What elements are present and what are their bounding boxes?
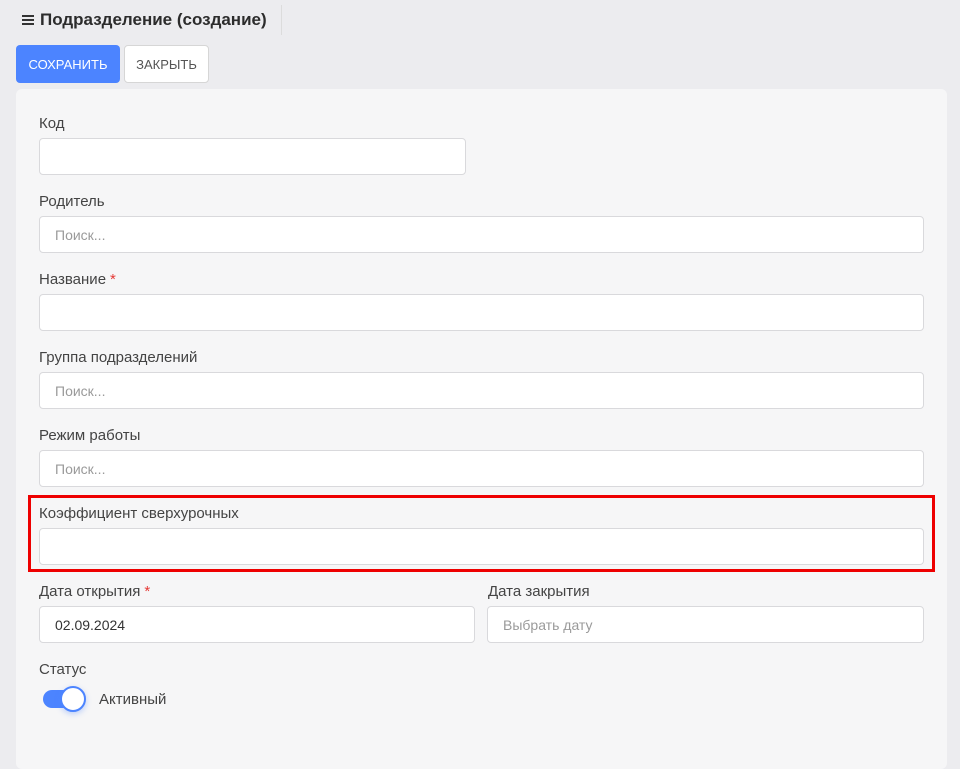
- parent-search-input[interactable]: Поиск...: [39, 216, 924, 253]
- group-label: Группа подразделений: [39, 349, 198, 366]
- close-button[interactable]: ЗАКРЫТЬ: [124, 45, 209, 83]
- parent-label: Родитель: [39, 193, 105, 210]
- overtime-coef-label: Коэффициент сверхурочных: [39, 505, 239, 522]
- name-label-text: Название: [39, 271, 107, 288]
- close-date-input[interactable]: Выбрать дату: [487, 606, 924, 643]
- open-date-input[interactable]: 02.09.2024: [39, 606, 475, 643]
- code-label: Код: [39, 115, 65, 132]
- status-toggle[interactable]: [43, 686, 86, 712]
- required-mark: *: [144, 583, 151, 600]
- group-search-input[interactable]: Поиск...: [39, 372, 924, 409]
- toggle-knob: [60, 686, 86, 712]
- toolbar: СОХРАНИТЬ ЗАКРЫТЬ: [16, 45, 209, 83]
- form-card: Код Родитель Поиск... Название * Группа п…: [16, 89, 947, 769]
- name-input[interactable]: [39, 294, 924, 331]
- page-header: Подразделение (создание): [16, 5, 282, 35]
- open-date-label-text: Дата открытия: [39, 583, 141, 600]
- save-button[interactable]: СОХРАНИТЬ: [16, 45, 120, 83]
- status-label: Статус: [39, 661, 87, 678]
- open-date-label: Дата открытия *: [39, 583, 150, 600]
- required-mark: *: [110, 271, 116, 288]
- name-label: Название *: [39, 271, 116, 288]
- menu-icon[interactable]: [22, 14, 34, 26]
- page-title: Подразделение (создание): [40, 10, 267, 29]
- work-mode-label: Режим работы: [39, 427, 141, 444]
- overtime-coef-input[interactable]: [39, 528, 924, 565]
- status-toggle-group: Активный: [43, 686, 167, 712]
- close-date-label: Дата закрытия: [488, 583, 590, 600]
- work-mode-search-input[interactable]: Поиск...: [39, 450, 924, 487]
- status-toggle-label: Активный: [99, 690, 167, 708]
- code-input[interactable]: [39, 138, 466, 175]
